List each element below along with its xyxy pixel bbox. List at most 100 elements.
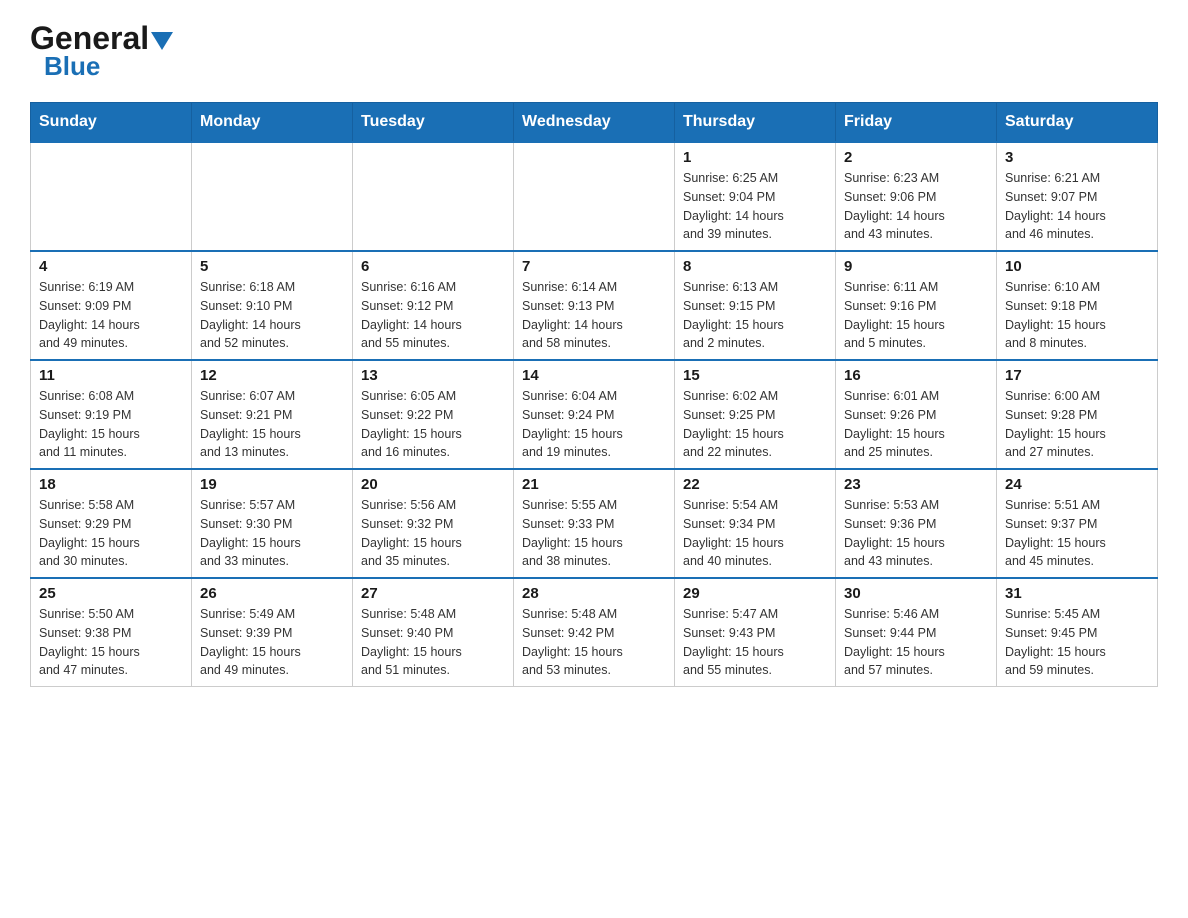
- calendar-cell: 24 Sunrise: 5:51 AM Sunset: 9:37 PM Dayli…: [997, 469, 1158, 578]
- day-number: 29: [683, 585, 827, 602]
- day-number: 24: [1005, 476, 1149, 493]
- calendar-cell: 20Sunrise: 5:56 AM Sunset: 9:32 PM Dayli…: [353, 469, 514, 578]
- calendar-cell: 26Sunrise: 5:49 AM Sunset: 9:39 PM Dayli…: [192, 578, 353, 687]
- calendar-cell: [353, 142, 514, 251]
- calendar-week-row: 11 Sunrise: 6:08 AM Sunset: 9:19 PM Dayli…: [31, 360, 1158, 469]
- calendar-cell: 2 Sunrise: 6:23 AM Sunset: 9:06 PM Daylig…: [836, 142, 997, 251]
- calendar-cell: 13 Sunrise: 6:05 AM Sunset: 9:22 PM Dayli…: [353, 360, 514, 469]
- calendar-cell: 3 Sunrise: 6:21 AM Sunset: 9:07 PM Daylig…: [997, 142, 1158, 251]
- day-number: 14: [522, 367, 666, 384]
- calendar-cell: [192, 142, 353, 251]
- calendar-header-row: SundayMondayTuesdayWednesdayThursdayFrid…: [31, 103, 1158, 143]
- day-info: Sunrise: 5:53 AM Sunset: 9:36 PM Dayligh…: [844, 496, 988, 571]
- day-info: Sunrise: 6:07 AM Sunset: 9:21 PM Dayligh…: [200, 387, 344, 462]
- day-number: 11: [39, 367, 183, 384]
- calendar-cell: 16 Sunrise: 6:01 AM Sunset: 9:26 PM Dayli…: [836, 360, 997, 469]
- calendar-week-row: 25 Sunrise: 5:50 AM Sunset: 9:38 PM Dayli…: [31, 578, 1158, 687]
- calendar-header-monday: Monday: [192, 103, 353, 143]
- day-info: Sunrise: 5:47 AM Sunset: 9:43 PM Dayligh…: [683, 605, 827, 680]
- logo-blue-text: Blue: [44, 51, 100, 82]
- day-info: Sunrise: 6:10 AM Sunset: 9:18 PM Dayligh…: [1005, 278, 1149, 353]
- day-number: 16: [844, 367, 988, 384]
- day-number: 26: [200, 585, 344, 602]
- day-info: Sunrise: 5:51 AM Sunset: 9:37 PM Dayligh…: [1005, 496, 1149, 571]
- calendar-week-row: 4 Sunrise: 6:19 AM Sunset: 9:09 PM Daylig…: [31, 251, 1158, 360]
- calendar-cell: 21Sunrise: 5:55 AM Sunset: 9:33 PM Dayli…: [514, 469, 675, 578]
- calendar-header-sunday: Sunday: [31, 103, 192, 143]
- day-number: 12: [200, 367, 344, 384]
- calendar-cell: 5Sunrise: 6:18 AM Sunset: 9:10 PM Daylig…: [192, 251, 353, 360]
- day-info: Sunrise: 5:50 AM Sunset: 9:38 PM Dayligh…: [39, 605, 183, 680]
- day-info: Sunrise: 5:54 AM Sunset: 9:34 PM Dayligh…: [683, 496, 827, 571]
- calendar-cell: 25 Sunrise: 5:50 AM Sunset: 9:38 PM Dayli…: [31, 578, 192, 687]
- day-number: 30: [844, 585, 988, 602]
- day-info: Sunrise: 6:05 AM Sunset: 9:22 PM Dayligh…: [361, 387, 505, 462]
- calendar-header-thursday: Thursday: [675, 103, 836, 143]
- day-number: 25: [39, 585, 183, 602]
- calendar-cell: 31 Sunrise: 5:45 AM Sunset: 9:45 PM Dayli…: [997, 578, 1158, 687]
- day-number: 27: [361, 585, 505, 602]
- calendar-cell: [31, 142, 192, 251]
- day-number: 3: [1005, 149, 1149, 166]
- day-number: 22: [683, 476, 827, 493]
- day-info: Sunrise: 6:19 AM Sunset: 9:09 PM Dayligh…: [39, 278, 183, 353]
- day-info: Sunrise: 6:01 AM Sunset: 9:26 PM Dayligh…: [844, 387, 988, 462]
- calendar-header-saturday: Saturday: [997, 103, 1158, 143]
- day-number: 4: [39, 258, 183, 275]
- day-number: 9: [844, 258, 988, 275]
- day-number: 2: [844, 149, 988, 166]
- day-number: 20: [361, 476, 505, 493]
- calendar-cell: 22 Sunrise: 5:54 AM Sunset: 9:34 PM Dayli…: [675, 469, 836, 578]
- calendar-table: SundayMondayTuesdayWednesdayThursdayFrid…: [30, 102, 1158, 687]
- calendar-week-row: 1 Sunrise: 6:25 AM Sunset: 9:04 PM Daylig…: [31, 142, 1158, 251]
- day-info: Sunrise: 5:48 AM Sunset: 9:42 PM Dayligh…: [522, 605, 666, 680]
- calendar-cell: 28 Sunrise: 5:48 AM Sunset: 9:42 PM Dayli…: [514, 578, 675, 687]
- calendar-cell: 15Sunrise: 6:02 AM Sunset: 9:25 PM Dayli…: [675, 360, 836, 469]
- day-info: Sunrise: 5:55 AM Sunset: 9:33 PM Dayligh…: [522, 496, 666, 571]
- day-number: 15: [683, 367, 827, 384]
- day-info: Sunrise: 5:48 AM Sunset: 9:40 PM Dayligh…: [361, 605, 505, 680]
- calendar-cell: 7 Sunrise: 6:14 AM Sunset: 9:13 PM Daylig…: [514, 251, 675, 360]
- day-number: 6: [361, 258, 505, 275]
- day-number: 13: [361, 367, 505, 384]
- calendar-cell: 27 Sunrise: 5:48 AM Sunset: 9:40 PM Dayli…: [353, 578, 514, 687]
- day-info: Sunrise: 6:13 AM Sunset: 9:15 PM Dayligh…: [683, 278, 827, 353]
- day-info: Sunrise: 6:14 AM Sunset: 9:13 PM Dayligh…: [522, 278, 666, 353]
- calendar-week-row: 18 Sunrise: 5:58 AM Sunset: 9:29 PM Dayli…: [31, 469, 1158, 578]
- day-info: Sunrise: 6:25 AM Sunset: 9:04 PM Dayligh…: [683, 169, 827, 244]
- calendar-cell: 23 Sunrise: 5:53 AM Sunset: 9:36 PM Dayli…: [836, 469, 997, 578]
- day-info: Sunrise: 5:45 AM Sunset: 9:45 PM Dayligh…: [1005, 605, 1149, 680]
- calendar-cell: 29 Sunrise: 5:47 AM Sunset: 9:43 PM Dayli…: [675, 578, 836, 687]
- day-number: 17: [1005, 367, 1149, 384]
- day-number: 7: [522, 258, 666, 275]
- day-number: 18: [39, 476, 183, 493]
- day-number: 8: [683, 258, 827, 275]
- day-number: 23: [844, 476, 988, 493]
- calendar-cell: 10 Sunrise: 6:10 AM Sunset: 9:18 PM Dayli…: [997, 251, 1158, 360]
- calendar-cell: 18 Sunrise: 5:58 AM Sunset: 9:29 PM Dayli…: [31, 469, 192, 578]
- calendar-cell: 11 Sunrise: 6:08 AM Sunset: 9:19 PM Dayli…: [31, 360, 192, 469]
- day-info: Sunrise: 5:57 AM Sunset: 9:30 PM Dayligh…: [200, 496, 344, 571]
- calendar-cell: 12 Sunrise: 6:07 AM Sunset: 9:21 PM Dayli…: [192, 360, 353, 469]
- calendar-header-tuesday: Tuesday: [353, 103, 514, 143]
- calendar-cell: 1 Sunrise: 6:25 AM Sunset: 9:04 PM Daylig…: [675, 142, 836, 251]
- day-number: 1: [683, 149, 827, 166]
- day-number: 31: [1005, 585, 1149, 602]
- day-info: Sunrise: 6:00 AM Sunset: 9:28 PM Dayligh…: [1005, 387, 1149, 462]
- day-info: Sunrise: 6:21 AM Sunset: 9:07 PM Dayligh…: [1005, 169, 1149, 244]
- day-info: Sunrise: 5:58 AM Sunset: 9:29 PM Dayligh…: [39, 496, 183, 571]
- day-info: Sunrise: 6:11 AM Sunset: 9:16 PM Dayligh…: [844, 278, 988, 353]
- day-number: 10: [1005, 258, 1149, 275]
- logo-triangle-icon: [151, 32, 173, 50]
- calendar-cell: 17 Sunrise: 6:00 AM Sunset: 9:28 PM Dayli…: [997, 360, 1158, 469]
- logo: General Blue: [30, 20, 173, 82]
- day-number: 5: [200, 258, 344, 275]
- page-header: General Blue: [30, 20, 1158, 82]
- calendar-cell: 14Sunrise: 6:04 AM Sunset: 9:24 PM Dayli…: [514, 360, 675, 469]
- calendar-cell: 8 Sunrise: 6:13 AM Sunset: 9:15 PM Daylig…: [675, 251, 836, 360]
- day-number: 19: [200, 476, 344, 493]
- day-number: 28: [522, 585, 666, 602]
- calendar-header-wednesday: Wednesday: [514, 103, 675, 143]
- day-info: Sunrise: 6:23 AM Sunset: 9:06 PM Dayligh…: [844, 169, 988, 244]
- day-info: Sunrise: 6:08 AM Sunset: 9:19 PM Dayligh…: [39, 387, 183, 462]
